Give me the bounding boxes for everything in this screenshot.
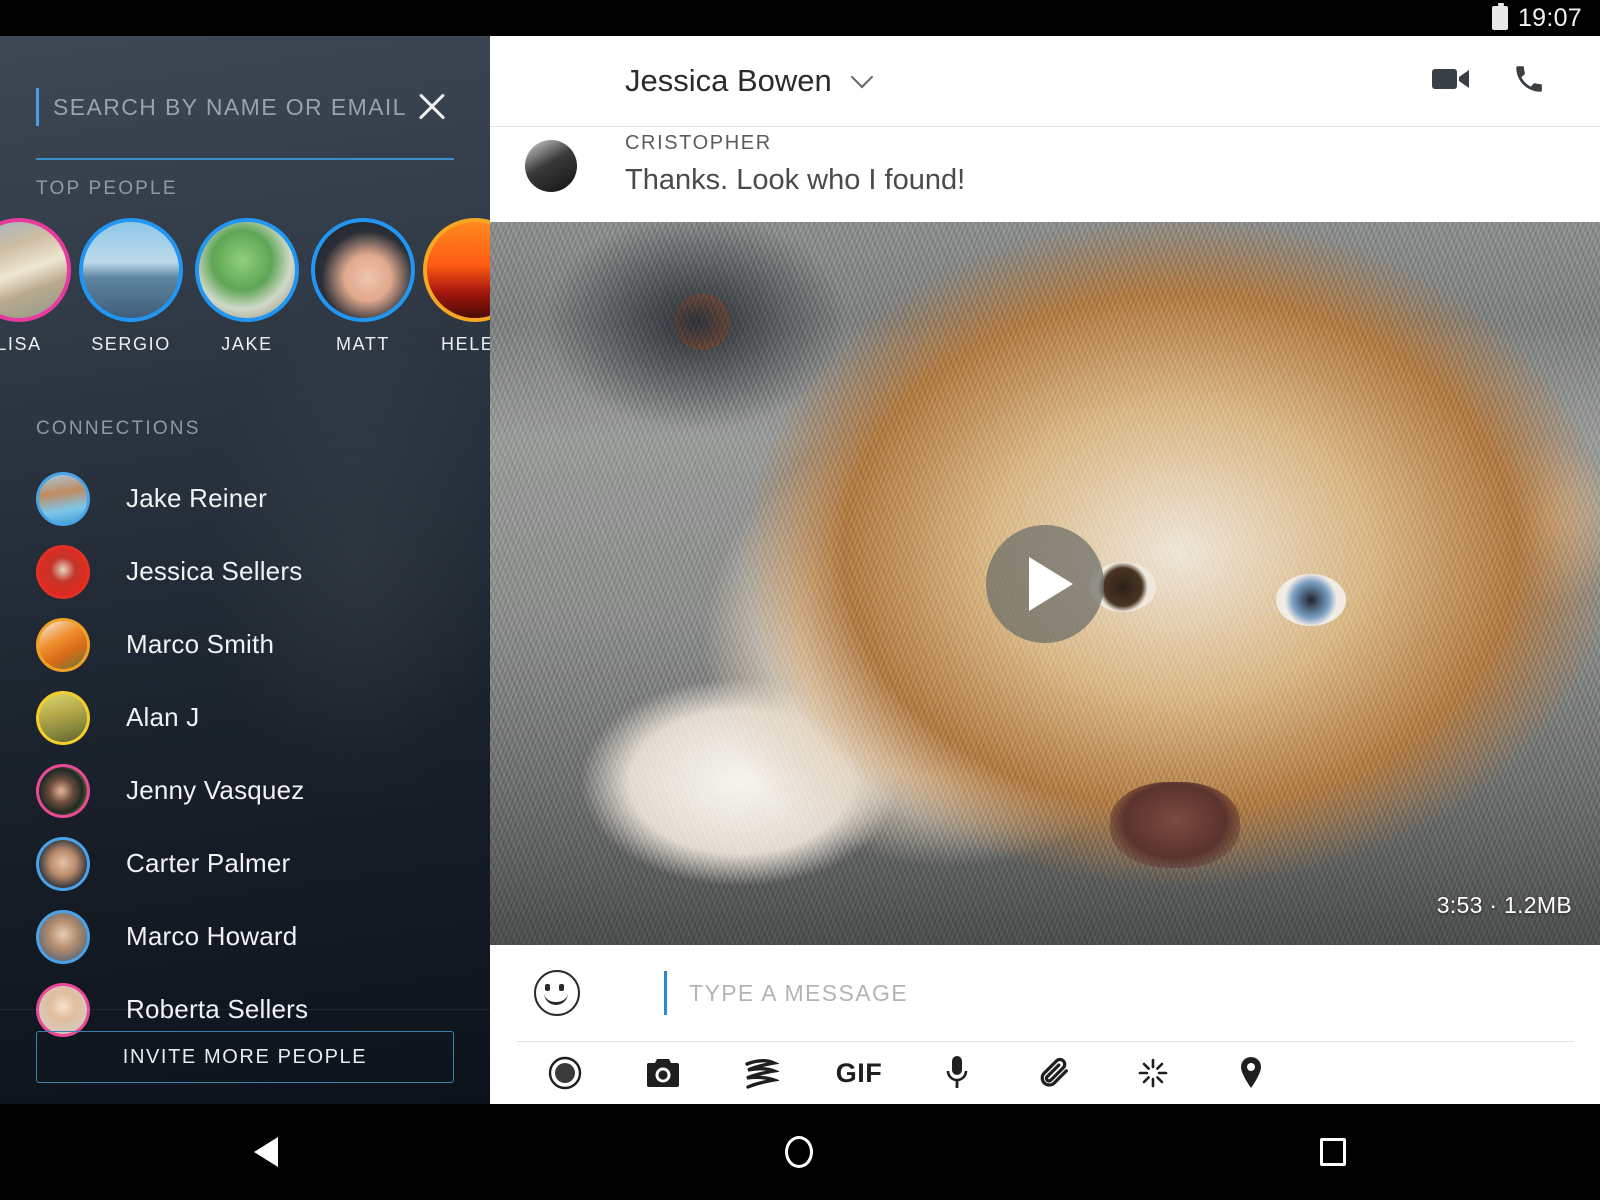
header-actions bbox=[1432, 62, 1546, 101]
chevron-down-icon[interactable] bbox=[850, 65, 874, 89]
list-item[interactable]: Jake Reiner bbox=[0, 462, 490, 535]
play-icon[interactable] bbox=[986, 524, 1104, 643]
emoji-smiley-icon[interactable] bbox=[534, 970, 580, 1016]
connections-list: Jake Reiner Jessica Sellers Marco Smith … bbox=[0, 462, 490, 1046]
top-person-label: MATT bbox=[335, 334, 391, 354]
gif-icon[interactable]: GIF bbox=[810, 1042, 908, 1104]
avatar bbox=[525, 140, 577, 192]
home-circle-icon[interactable] bbox=[784, 1136, 813, 1168]
chat-panel: CRISTOPHER Thanks. Look who I found! Jes… bbox=[490, 36, 1600, 1104]
status-bar-clock: 19:07 bbox=[1517, 3, 1582, 32]
search-row: SEARCH BY NAME OR EMAIL bbox=[36, 76, 454, 138]
message-caret bbox=[664, 971, 667, 1015]
doodle-icon[interactable] bbox=[712, 1042, 810, 1104]
search-input[interactable]: SEARCH BY NAME OR EMAIL bbox=[39, 94, 410, 121]
message-composer: TYPE A MESSAGE GIF bbox=[490, 945, 1600, 1104]
top-person-matt[interactable]: MATT bbox=[298, 218, 428, 355]
people-sidebar: SEARCH BY NAME OR EMAIL TOP PEOPLE LISA … bbox=[0, 36, 490, 1104]
connections-label: CONNECTIONS bbox=[36, 418, 201, 439]
list-item-label: Marco Smith bbox=[126, 629, 275, 659]
list-item-label: Alan J bbox=[126, 702, 200, 732]
page-title: Jessica Bowen bbox=[625, 63, 832, 98]
phone-icon[interactable] bbox=[1512, 62, 1546, 101]
top-person-label: SERGIO bbox=[91, 334, 171, 354]
message-sender: CRISTOPHER bbox=[625, 132, 772, 154]
list-item-label: Jake Reiner bbox=[126, 483, 267, 513]
message-input[interactable]: TYPE A MESSAGE bbox=[689, 980, 908, 1007]
back-triangle-icon[interactable] bbox=[253, 1137, 278, 1167]
app-screen: 19:07 SEARCH BY NAME OR EMAIL TOP PEOPLE… bbox=[0, 0, 1600, 1200]
list-item[interactable]: Alan J bbox=[0, 681, 490, 754]
top-person-jake[interactable]: JAKE bbox=[182, 218, 312, 355]
chat-header: Jessica Bowen bbox=[490, 36, 1600, 127]
list-item[interactable]: Jessica Sellers bbox=[0, 535, 490, 608]
list-item-label: Carter Palmer bbox=[126, 848, 291, 878]
video-meta: 3:53 · 1.2MB bbox=[1436, 892, 1572, 918]
camera-icon[interactable] bbox=[614, 1042, 712, 1104]
message-text: Thanks. Look who I found! bbox=[625, 164, 966, 196]
video-message[interactable]: 3:53 · 1.2MB bbox=[490, 222, 1600, 945]
gif-label: GIF bbox=[835, 1057, 883, 1088]
top-person-helen[interactable]: HELEN bbox=[410, 218, 490, 355]
battery-full-icon bbox=[1491, 3, 1508, 30]
close-icon[interactable] bbox=[410, 85, 454, 129]
search-underline bbox=[36, 158, 454, 160]
rug-texture bbox=[490, 612, 1600, 945]
invite-footer: INVITE MORE PEOPLE bbox=[0, 1009, 490, 1104]
composer-toolbar: GIF bbox=[490, 1042, 1600, 1104]
video-camera-icon[interactable] bbox=[1432, 66, 1470, 97]
status-bar: 19:07 bbox=[0, 0, 1600, 36]
top-person-label: JAKE bbox=[221, 334, 273, 354]
top-person-label: HELEN bbox=[440, 334, 490, 354]
location-icon[interactable] bbox=[1202, 1042, 1300, 1104]
list-item-label: Jenny Vasquez bbox=[126, 775, 305, 805]
top-person-sergio[interactable]: SERGIO bbox=[66, 218, 196, 355]
top-people-label: TOP PEOPLE bbox=[36, 178, 178, 199]
list-item[interactable]: Marco Smith bbox=[0, 608, 490, 681]
input-row: TYPE A MESSAGE bbox=[490, 945, 1600, 1041]
sparkle-icon[interactable] bbox=[1104, 1042, 1202, 1104]
list-item-label: Marco Howard bbox=[126, 921, 298, 951]
recents-square-icon[interactable] bbox=[1320, 1138, 1347, 1166]
microphone-icon[interactable] bbox=[908, 1042, 1006, 1104]
top-people-row[interactable]: LISA SERGIO JAKE MATT HELE bbox=[0, 218, 490, 378]
message-row: CRISTOPHER Thanks. Look who I found! bbox=[490, 132, 1600, 197]
list-item[interactable]: Carter Palmer bbox=[0, 827, 490, 900]
attachment-icon[interactable] bbox=[1006, 1042, 1104, 1104]
list-item[interactable]: Marco Howard bbox=[0, 900, 490, 973]
list-item[interactable]: Jenny Vasquez bbox=[0, 754, 490, 827]
list-item-label: Jessica Sellers bbox=[126, 556, 303, 586]
record-icon[interactable] bbox=[516, 1042, 614, 1104]
android-nav-bar bbox=[0, 1104, 1600, 1200]
invite-more-people-button[interactable]: INVITE MORE PEOPLE bbox=[36, 1031, 454, 1083]
